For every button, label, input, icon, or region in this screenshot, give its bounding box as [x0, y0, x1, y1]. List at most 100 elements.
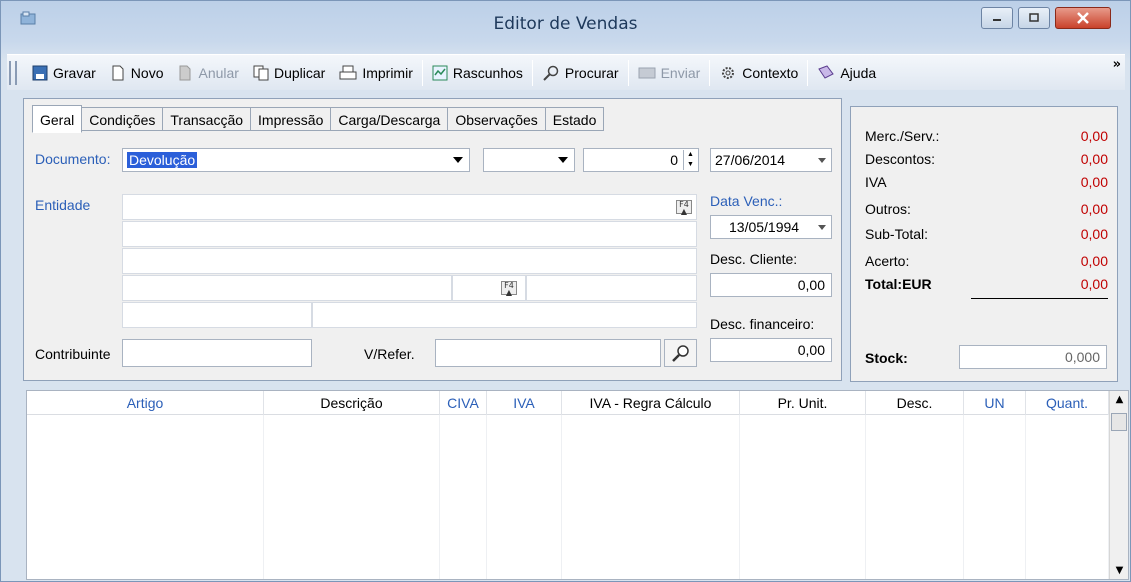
column-header-pr-unit[interactable]: Pr. Unit.: [740, 391, 866, 415]
entidade-pais-field[interactable]: [122, 302, 312, 328]
documento-dropdown-button[interactable]: [448, 150, 468, 170]
entidade-nome-field[interactable]: [122, 221, 697, 247]
toolbar-grip[interactable]: [9, 60, 17, 85]
grid-column: [866, 415, 964, 579]
contexto-button[interactable]: Contexto: [712, 59, 805, 87]
summary-row-total: Total:EUR 0,00: [865, 276, 1108, 298]
spin-down-icon[interactable]: ▼: [684, 160, 697, 170]
tab-geral[interactable]: Geral: [32, 105, 83, 133]
contribuinte-label: Contribuinte: [35, 346, 111, 362]
spin-up-icon[interactable]: ▲: [684, 150, 697, 160]
data-venc-dropdown-button[interactable]: [814, 217, 830, 237]
tab-estado[interactable]: Estado: [545, 107, 605, 131]
ajuda-button[interactable]: Ajuda: [810, 59, 883, 87]
entidade-morada-field[interactable]: [122, 248, 697, 274]
data-venc-label: Data Venc.:: [710, 193, 783, 209]
toolbar: Gravar Novo Anular Duplicar Imprimir Ras…: [7, 54, 1125, 90]
summary-label: Descontos:: [865, 151, 936, 167]
column-header-descricao[interactable]: Descrição: [264, 391, 440, 415]
imprimir-button[interactable]: Imprimir: [332, 59, 420, 87]
scroll-thumb[interactable]: [1111, 413, 1127, 431]
entidade-code-field[interactable]: F4 ▲: [122, 194, 697, 220]
totals-panel: Merc./Serv.: 0,00 Descontos: 0,00 IVA 0,…: [850, 106, 1118, 382]
chevron-down-icon: [453, 157, 463, 163]
document-lines-grid[interactable]: Artigo Descrição CIVA IVA IVA - Regra Cá…: [26, 390, 1129, 580]
vrefer-search-button[interactable]: [664, 339, 697, 367]
entidade-distrito-field[interactable]: [312, 302, 697, 328]
anular-label: Anular: [198, 64, 239, 81]
entidade-codigo-postal-field[interactable]: [526, 275, 697, 301]
documento-select[interactable]: Devolução: [122, 148, 470, 172]
summary-row-acerto: Acerto: 0,00: [865, 253, 1108, 275]
rascunhos-button[interactable]: Rascunhos: [425, 59, 530, 87]
tab-observacoes[interactable]: Observações: [448, 107, 546, 131]
total-underline: [971, 298, 1108, 299]
contribuinte-field[interactable]: [122, 339, 312, 367]
data-documento-dropdown-button[interactable]: [814, 150, 830, 170]
grid-vertical-scrollbar[interactable]: ▲ ▼: [1109, 391, 1128, 579]
tab-impressao[interactable]: Impressão: [251, 107, 332, 131]
duplicar-button[interactable]: Duplicar: [246, 59, 332, 87]
gear-icon: [722, 66, 735, 79]
search-icon: [671, 345, 689, 362]
grid-column: [264, 415, 440, 579]
stock-label: Stock:: [865, 350, 908, 366]
gravar-button[interactable]: Gravar: [25, 59, 103, 87]
grid-column: [440, 415, 487, 579]
document-form-panel: Geral Condições Transacção Impressão Car…: [23, 98, 842, 381]
anular-button[interactable]: Anular: [170, 59, 245, 87]
cancel-document-icon: [179, 65, 191, 80]
duplicar-label: Duplicar: [273, 64, 326, 81]
toolbar-overflow-button[interactable]: »: [1113, 57, 1121, 72]
summary-value: 0,00: [1080, 174, 1108, 190]
summary-label: IVA: [865, 174, 887, 190]
summary-value: 0,00: [1080, 276, 1108, 292]
scroll-up-icon[interactable]: ▲: [1110, 391, 1129, 408]
vrefer-label: V/Refer.: [364, 346, 415, 362]
toolbar-separator: [531, 59, 533, 86]
column-header-desc[interactable]: Desc.: [866, 391, 964, 415]
minimize-button[interactable]: [981, 7, 1013, 29]
tab-condicoes[interactable]: Condições: [82, 107, 164, 131]
form-tabs: Geral Condições Transacção Impressão Car…: [32, 105, 605, 133]
grid-column: [27, 415, 264, 579]
summary-label: Sub-Total:: [865, 226, 929, 242]
help-book-icon: [818, 64, 835, 79]
f4-lookup-icon[interactable]: F4 ▲: [501, 281, 517, 297]
procurar-button[interactable]: Procurar: [535, 59, 626, 87]
numero-spinner[interactable]: 0 ▲ ▼: [583, 148, 699, 172]
tab-transaccao[interactable]: Transacção: [163, 107, 252, 131]
column-header-iva-regra-calculo[interactable]: IVA - Regra Cálculo: [562, 391, 740, 415]
gravar-label: Gravar: [53, 64, 96, 81]
f4-lookup-icon[interactable]: F4 ▲: [676, 200, 692, 216]
stock-field: 0,000: [959, 345, 1107, 369]
desc-financeiro-field[interactable]: 0,00: [710, 338, 832, 362]
column-header-iva[interactable]: IVA: [487, 391, 562, 415]
column-header-civa[interactable]: CIVA: [440, 391, 487, 415]
data-documento-field[interactable]: 27/06/2014: [710, 148, 832, 172]
data-venc-field[interactable]: 13/05/1994: [710, 215, 832, 239]
column-header-quant[interactable]: Quant.: [1026, 391, 1109, 415]
vrefer-field[interactable]: [435, 339, 661, 367]
serie-dropdown-button[interactable]: [553, 150, 573, 170]
summary-label: Merc./Serv.:: [865, 128, 940, 144]
column-header-un[interactable]: UN: [964, 391, 1026, 415]
enviar-button[interactable]: Enviar: [631, 59, 708, 87]
toolbar-separator: [627, 59, 629, 86]
summary-row-sub-total: Sub-Total: 0,00: [865, 226, 1108, 248]
desc-cliente-field[interactable]: 0,00: [710, 273, 832, 297]
summary-label: Outros:: [865, 201, 911, 217]
close-button[interactable]: [1055, 7, 1111, 29]
serie-select[interactable]: [483, 148, 575, 172]
maximize-button[interactable]: [1018, 7, 1050, 29]
scroll-down-icon[interactable]: ▼: [1110, 562, 1129, 579]
summary-value: 0,00: [1080, 201, 1108, 217]
tab-carga-descarga[interactable]: Carga/Descarga: [331, 107, 449, 131]
entidade-localidade-field[interactable]: [122, 275, 452, 301]
summary-value: 0,00: [1080, 151, 1108, 167]
codigo-postal-lookup[interactable]: F4 ▲: [452, 275, 526, 301]
novo-label: Novo: [130, 64, 164, 81]
column-header-artigo[interactable]: Artigo: [27, 391, 264, 415]
numero-spin-buttons[interactable]: ▲ ▼: [683, 150, 697, 170]
novo-button[interactable]: Novo: [103, 59, 171, 87]
